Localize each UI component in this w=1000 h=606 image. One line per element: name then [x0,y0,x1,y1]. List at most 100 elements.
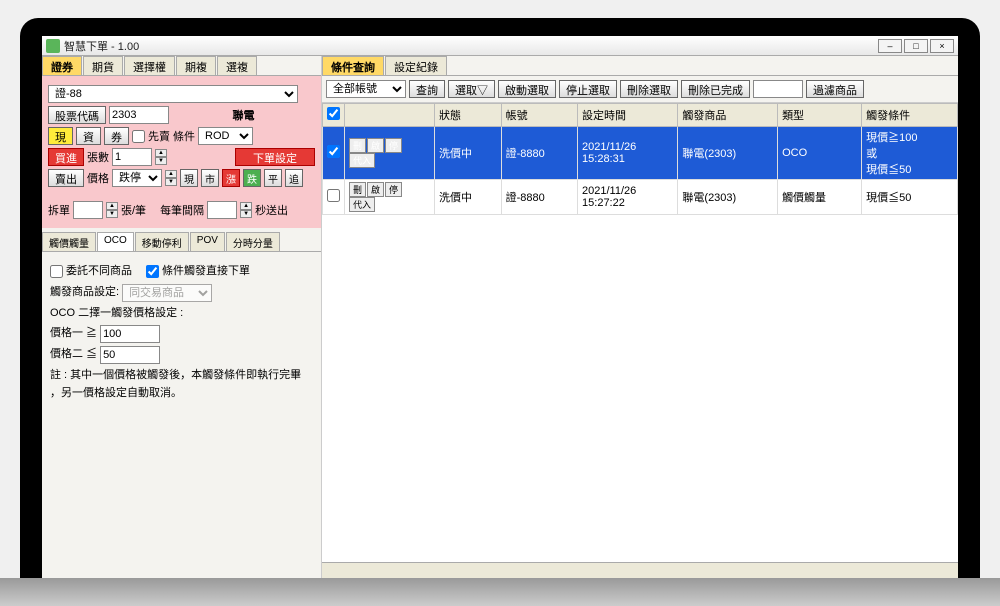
tab-setting-log[interactable]: 設定紀錄 [385,56,447,75]
daytrade-checkbox[interactable] [132,130,145,143]
stop-selected-button[interactable]: 停止選取 [559,80,617,98]
tab-options-multi[interactable]: 選複 [217,56,257,75]
minimize-icon[interactable]: – [878,39,902,53]
cash-button[interactable]: 現 [48,127,73,145]
margin-button[interactable]: 資 [76,127,101,145]
subtab-pov[interactable]: POV [190,232,225,251]
oco-note2: ，另一價格設定自動取消。 [50,385,313,403]
price-market-button[interactable]: 市 [201,169,219,187]
table-row[interactable]: 刪啟停代入洗價中證-88802021/11/26 15:28:31聯電(2303… [323,127,958,180]
trigger-product-label: 觸發商品設定: [50,284,119,302]
col-condition: 觸發條件 [862,104,958,127]
maximize-icon[interactable]: □ [904,39,928,53]
stock-name: 聯電 [172,107,315,123]
order-form: 證-88 股票代碼 聯電 現 資 券 先賣 條件 ROD [42,76,321,228]
query-button[interactable]: 查詢 [409,80,445,98]
condition-select[interactable]: ROD [198,127,253,145]
cell-condition: 現價≧100 或 現價≦50 [862,127,958,180]
row-checkbox[interactable] [327,189,340,202]
col-account: 帳號 [501,104,577,127]
sell-button[interactable]: 賣出 [48,169,84,187]
row-action-button[interactable]: 代入 [349,153,375,168]
price2-input[interactable] [100,346,160,364]
row-checkbox[interactable] [327,145,340,158]
row-action-button[interactable]: 代入 [349,197,375,212]
qty-spinner[interactable]: ▲▼ [155,149,167,165]
table-row[interactable]: 刪啟停代入洗價中證-88802021/11/26 15:27:22聯電(2303… [323,180,958,215]
row-action-button[interactable]: 啟 [367,182,384,197]
right-tabs: 條件查詢 設定紀錄 [322,56,958,76]
cell-product: 聯電(2303) [678,127,778,180]
price-type-select[interactable]: 跌停 [112,169,162,187]
app-icon [46,39,60,53]
subtab-trigger[interactable]: 觸價觸量 [42,232,96,251]
price-trace-button[interactable]: 追 [285,169,303,187]
price1-label: 價格一 ≧ [50,325,97,343]
buy-button[interactable]: 買進 [48,148,84,166]
status-bar [322,562,958,578]
price-now-button[interactable]: 現 [180,169,198,187]
start-selected-button[interactable]: 啟動選取 [498,80,556,98]
stock-code-button[interactable]: 股票代碼 [48,106,106,124]
row-action-button[interactable]: 啟 [367,138,384,153]
select-all-checkbox[interactable] [327,107,340,120]
account-select[interactable]: 證-88 [48,85,298,103]
tab-futures[interactable]: 期貨 [83,56,123,75]
tab-options[interactable]: 選擇權 [124,56,175,75]
row-action-button[interactable]: 停 [385,138,402,153]
split-input[interactable] [73,201,103,219]
col-actions [345,104,435,127]
interval-input[interactable] [207,201,237,219]
oco-note1: 註 : 其中一個價格被觸發後，本觸發條件即執行完畢 [50,367,313,385]
stock-code-input[interactable] [109,106,169,124]
subtab-trailing[interactable]: 移動停利 [135,232,189,251]
direct-order-checkbox[interactable] [146,265,159,278]
price-down-button[interactable]: 跌 [243,169,261,187]
price-flat-button[interactable]: 平 [264,169,282,187]
col-time: 設定時間 [578,104,678,127]
diff-product-checkbox[interactable] [50,265,63,278]
subtab-oco[interactable]: OCO [97,232,134,251]
qty-input[interactable] [112,148,152,166]
cell-type: OCO [778,127,862,180]
select-all-button[interactable]: 選取▽ [448,80,495,98]
tab-condition-query[interactable]: 條件查詢 [322,56,384,75]
query-toolbar: 全部帳號 查詢 選取▽ 啟動選取 停止選取 刪除選取 刪除已完成 過濾商品 [322,76,958,103]
qty-label: 張數 [87,149,109,165]
row-action-button[interactable]: 刪 [349,138,366,153]
cell-status: 洗價中 [435,127,502,180]
price-up-button[interactable]: 漲 [222,169,240,187]
price-spinner[interactable]: ▲▼ [165,170,177,186]
cell-status: 洗價中 [435,180,502,215]
subtab-twap[interactable]: 分時分量 [226,232,280,251]
cell-time: 2021/11/26 15:27:22 [578,180,678,215]
direct-order-label: 條件觸發直接下單 [162,263,250,281]
row-action-button[interactable]: 刪 [349,182,366,197]
short-button[interactable]: 券 [104,127,129,145]
cell-product: 聯電(2303) [678,180,778,215]
interval-spinner[interactable]: ▲▼ [240,202,252,218]
price2-label: 價格二 ≦ [50,346,97,364]
condition-label: 條件 [173,128,195,144]
oco-title: OCO 二擇一觸發價格設定 : [50,305,313,323]
delete-selected-button[interactable]: 刪除選取 [620,80,678,98]
close-icon[interactable]: × [930,39,954,53]
condition-grid: 狀態 帳號 設定時間 觸發商品 類型 觸發條件 刪啟停代入洗價中證-888020… [322,103,958,562]
order-setting-button[interactable]: 下單設定 [235,148,315,166]
split-spinner[interactable]: ▲▼ [106,202,118,218]
price-label: 價格 [87,170,109,186]
cell-type: 觸價觸量 [778,180,862,215]
filter-input[interactable] [753,80,803,98]
col-product: 觸發商品 [678,104,778,127]
tab-futures-multi[interactable]: 期複 [176,56,216,75]
delete-done-button[interactable]: 刪除已完成 [681,80,750,98]
split-label: 拆單 [48,202,70,218]
tab-securities[interactable]: 證券 [42,56,82,75]
filter-button[interactable]: 過濾商品 [806,80,864,98]
window-title: 智慧下單 - 1.00 [64,38,878,54]
price1-input[interactable] [100,325,160,343]
row-action-button[interactable]: 停 [385,182,402,197]
query-panel: 條件查詢 設定紀錄 全部帳號 查詢 選取▽ 啟動選取 停止選取 刪除選取 刪除已… [322,56,958,578]
daytrade-label: 先賣 [148,128,170,144]
account-filter-select[interactable]: 全部帳號 [326,80,406,98]
